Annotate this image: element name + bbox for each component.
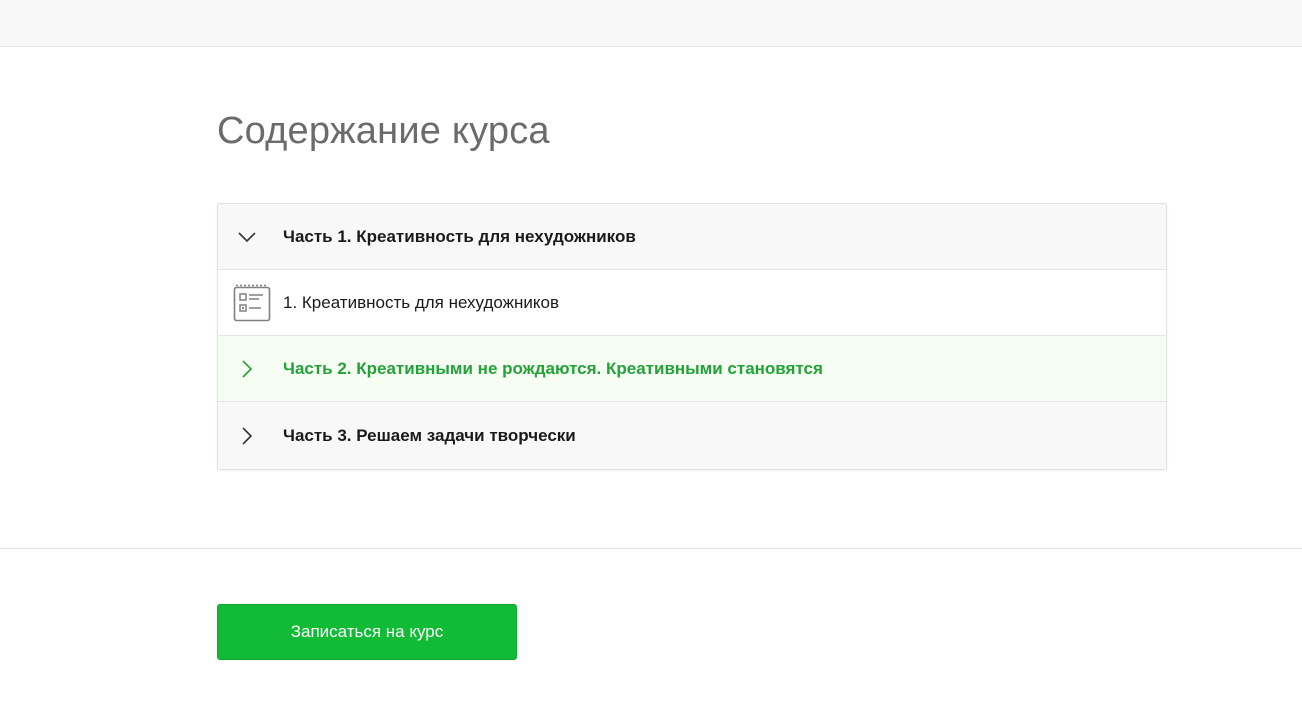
top-bar: [0, 0, 1302, 47]
section-3-header[interactable]: Часть 3. Решаем задачи творчески: [218, 402, 1166, 469]
section-divider: [0, 548, 1302, 549]
chevron-down-icon: [236, 226, 258, 248]
section-1-header[interactable]: Часть 1. Креативность для нехудожников: [218, 204, 1166, 270]
enroll-button[interactable]: Записаться на курс: [217, 604, 517, 660]
course-syllabus: Часть 1. Креативность для нехудожников 1…: [217, 203, 1167, 470]
lesson-1-title: 1. Креативность для нехудожников: [283, 292, 560, 312]
section-2-title: Часть 2. Креативными не рождаются. Креат…: [283, 358, 823, 378]
chevron-right-icon: [236, 425, 258, 447]
page-title: Содержание курса: [217, 110, 550, 152]
section-2-header[interactable]: Часть 2. Креативными не рождаются. Креат…: [218, 336, 1166, 402]
section-1-title: Часть 1. Креативность для нехудожников: [283, 226, 636, 246]
section-3-title: Часть 3. Решаем задачи творчески: [283, 425, 576, 445]
chevron-right-icon: [236, 358, 258, 380]
lesson-list-icon: [233, 284, 271, 322]
lesson-1-item[interactable]: 1. Креативность для нехудожников: [218, 270, 1166, 336]
